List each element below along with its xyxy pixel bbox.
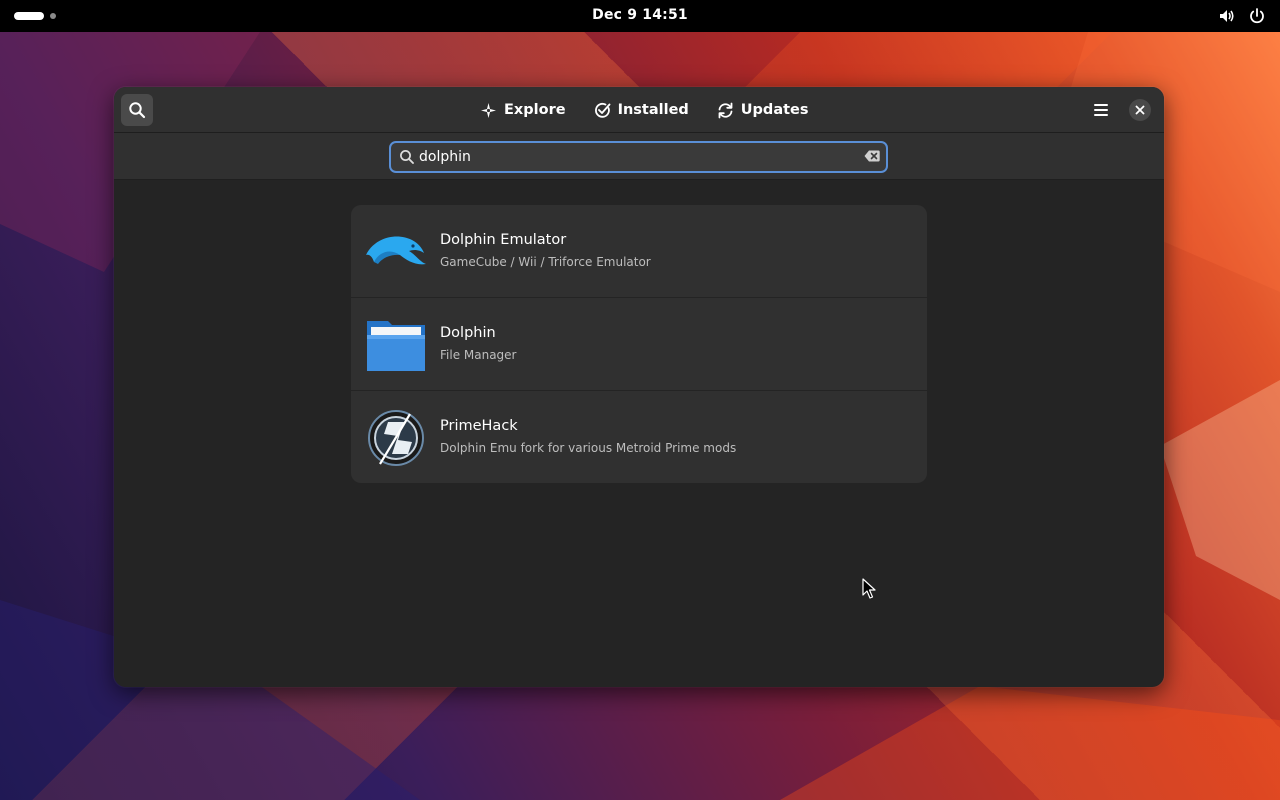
tab-updates[interactable]: Updates bbox=[707, 94, 819, 126]
tab-installed-label: Installed bbox=[617, 102, 689, 118]
app-name: Dolphin Emulator bbox=[440, 232, 567, 248]
hamburger-menu-icon bbox=[1094, 104, 1108, 116]
search-bar bbox=[114, 133, 1164, 180]
view-switcher: Explore Installed Updates bbox=[470, 94, 819, 126]
close-window-button[interactable] bbox=[1129, 99, 1151, 121]
mouse-pointer-icon bbox=[862, 578, 876, 599]
list-item[interactable]: Dolphin Emulator GameCube / Wii / Trifor… bbox=[351, 205, 927, 298]
workspace-indicator-active bbox=[14, 12, 44, 20]
main-menu-button[interactable] bbox=[1085, 94, 1117, 126]
app-summary: File Manager bbox=[440, 348, 517, 362]
header-bar: Explore Installed Updates bbox=[114, 87, 1164, 133]
top-bar: Dec 9 14:51 bbox=[0, 0, 1280, 32]
installed-icon bbox=[594, 102, 611, 118]
tab-explore-label: Explore bbox=[504, 102, 566, 118]
app-summary: Dolphin Emu fork for various Metroid Pri… bbox=[440, 441, 737, 455]
folder-icon bbox=[367, 321, 425, 371]
wallpaper-shape bbox=[780, 686, 1280, 800]
primehack-icon bbox=[368, 410, 424, 466]
explore-icon bbox=[481, 102, 496, 118]
clear-search-icon[interactable] bbox=[864, 150, 880, 162]
app-name: PrimeHack bbox=[440, 418, 518, 434]
updates-icon bbox=[718, 102, 733, 118]
power-icon[interactable] bbox=[1248, 7, 1266, 25]
search-entry[interactable] bbox=[389, 141, 888, 173]
tab-explore[interactable]: Explore bbox=[470, 94, 576, 126]
software-window: Explore Installed Updates dolphin Dolphi… bbox=[114, 87, 1164, 687]
tab-updates-label: Updates bbox=[740, 102, 809, 118]
search-input[interactable] bbox=[419, 146, 859, 168]
search-icon bbox=[400, 150, 414, 164]
volume-icon[interactable] bbox=[1218, 7, 1236, 25]
tab-installed[interactable]: Installed bbox=[584, 94, 699, 126]
search-results-list: Dolphin Emulator GameCube / Wii / Trifor… bbox=[351, 205, 927, 483]
wallpaper-shape bbox=[1160, 380, 1280, 600]
search-icon bbox=[129, 102, 146, 119]
search-toggle-button[interactable] bbox=[121, 94, 153, 126]
dolphin-emulator-icon bbox=[366, 236, 426, 265]
app-name: Dolphin bbox=[440, 325, 496, 341]
clock[interactable]: Dec 9 14:51 bbox=[0, 7, 1280, 23]
list-item[interactable]: PrimeHack Dolphin Emu fork for various M… bbox=[351, 391, 927, 483]
list-item[interactable]: Dolphin File Manager bbox=[351, 298, 927, 391]
system-tray[interactable] bbox=[1218, 7, 1266, 25]
close-icon bbox=[1135, 105, 1145, 115]
activities-button[interactable] bbox=[14, 12, 56, 20]
app-summary: GameCube / Wii / Triforce Emulator bbox=[440, 255, 651, 269]
workspace-indicator bbox=[50, 13, 56, 19]
